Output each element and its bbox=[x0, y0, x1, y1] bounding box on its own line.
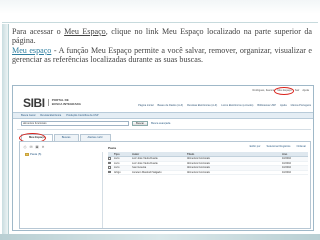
display-by-link[interactable]: Exibir por bbox=[250, 145, 261, 148]
description-text: - A função Meu Espaço permite a você sal… bbox=[12, 46, 312, 65]
top-navbar: Página inicial Bases de Dados (A-Z) Revi… bbox=[66, 102, 311, 108]
meu-espaco-heading: Meu espaço bbox=[12, 46, 52, 56]
row-author: Ivan Gouvêa bbox=[132, 166, 147, 170]
row-date: 10/2010 bbox=[282, 157, 292, 161]
nav-item-help[interactable]: Ajuda bbox=[280, 104, 287, 107]
save-icon[interactable]: ▣ bbox=[35, 145, 39, 149]
search-type-tabs: Busca Geral Revista Eletrônica Produção … bbox=[13, 112, 313, 119]
print-icon[interactable]: ⎙ bbox=[23, 145, 27, 149]
description-paragraph: Meu espaço - A função Meu Espaço permite… bbox=[12, 46, 312, 64]
meu-espaco-tabs: Meu Espaço Buscas Alertas curtir bbox=[19, 132, 111, 143]
row-type: Livro bbox=[114, 157, 120, 161]
col-author[interactable]: Autor bbox=[132, 153, 187, 156]
panel-toolbar-right: Exibir por Selecionar Registros Ordenar bbox=[250, 145, 306, 148]
meu-espaco-panel: ⎙ ✉ ▣ ✕ Exibir por Selecionar Registros … bbox=[19, 141, 311, 229]
row-type: Livro bbox=[114, 166, 120, 170]
col-type[interactable]: Tipo bbox=[114, 153, 132, 156]
portal-screenshot: Rodrigues, Ileanna Meu Espaço Sair Ajuda… bbox=[12, 85, 314, 231]
table-row[interactable]: Artigo Jocelem Mastrodi Salgado Alimento… bbox=[108, 170, 308, 176]
tab-general-search[interactable]: Busca Geral bbox=[21, 114, 35, 117]
row-date: 10/2010 bbox=[282, 166, 292, 170]
advanced-search-link[interactable]: Busca avançada bbox=[151, 122, 170, 125]
row-title[interactable]: Alimentos funcionais bbox=[187, 171, 282, 174]
search-input[interactable]: alimentos funcionais bbox=[21, 121, 129, 126]
help-link-top[interactable]: Ajuda bbox=[302, 89, 309, 92]
col-title[interactable]: Título bbox=[187, 153, 282, 156]
row-checkbox[interactable] bbox=[108, 166, 111, 169]
col-date[interactable]: Ano bbox=[282, 153, 308, 156]
row-title[interactable]: Alimentos funcionais bbox=[187, 162, 282, 165]
paragraph1-before: Para acessar o bbox=[12, 27, 65, 36]
nav-item-language[interactable]: Idioma Português bbox=[291, 104, 311, 107]
row-title[interactable]: Alimentos funcionais bbox=[187, 166, 282, 169]
row-checkbox[interactable] bbox=[108, 170, 111, 174]
slide-top-band bbox=[0, 0, 320, 14]
meu-espaco-link[interactable]: Meu Espaço bbox=[64, 27, 106, 36]
nav-item-databases[interactable]: Bases de Dados (A-Z) bbox=[157, 104, 183, 107]
highlight-ring bbox=[274, 87, 295, 95]
slide-left-frame bbox=[2, 24, 9, 236]
nav-item-journals[interactable]: Revistas Eletrônicas (A-Z) bbox=[187, 104, 217, 107]
tree-item-pasta[interactable]: Pasta (5) bbox=[23, 152, 102, 156]
sort-link[interactable]: Ordenar bbox=[296, 145, 306, 148]
nav-item-libraries[interactable]: Bibliotecas USP bbox=[257, 104, 276, 107]
slide-text: Para acessar o Meu Espaço, clique no lin… bbox=[12, 27, 312, 65]
row-checkbox[interactable] bbox=[108, 157, 111, 160]
row-title[interactable]: Alimentos funcionais bbox=[187, 157, 282, 160]
slide-accent-line bbox=[2, 22, 318, 23]
tab-alerts[interactable]: Alertas curtir bbox=[79, 134, 111, 141]
panel-toolbar: ⎙ ✉ ▣ ✕ bbox=[23, 145, 45, 149]
tab-electronic-journal[interactable]: Revista Eletrônica bbox=[40, 114, 61, 117]
email-icon[interactable]: ✉ bbox=[29, 145, 33, 149]
instruction-paragraph: Para acessar o Meu Espaço, clique no lin… bbox=[12, 27, 312, 45]
tree-item-label: Pasta (5) bbox=[30, 152, 42, 156]
logout-link[interactable]: Sair bbox=[295, 89, 300, 92]
user-row: Rodrigues, Ileanna Meu Espaço Sair Ajuda bbox=[252, 87, 309, 95]
tab-searches[interactable]: Buscas bbox=[53, 134, 79, 141]
row-author: Jocelem Mastrodi Salgado bbox=[132, 171, 162, 175]
select-records-link[interactable]: Selecionar Registros bbox=[267, 145, 291, 148]
user-name: Rodrigues, Ileanna bbox=[252, 89, 275, 92]
row-date: 10/2010 bbox=[282, 161, 292, 165]
tab-scientific-production[interactable]: Produção Científica da USP bbox=[66, 114, 98, 117]
row-author: Luiz José Vieira Duarte bbox=[132, 157, 158, 161]
nav-item-home[interactable]: Página inicial bbox=[138, 104, 153, 107]
meu-espaco-top-link[interactable]: Meu Espaço bbox=[274, 87, 295, 95]
search-row: alimentos funcionais Buscar Busca avança… bbox=[21, 121, 170, 126]
search-button[interactable]: Buscar bbox=[132, 121, 149, 126]
slide-bottom-bar bbox=[0, 234, 320, 240]
row-type: Livro bbox=[114, 161, 120, 165]
row-type: Artigo bbox=[114, 171, 121, 175]
divider bbox=[17, 129, 311, 130]
row-author: Luiz José Vieira Duarte bbox=[132, 161, 158, 165]
logo-mark: SIBI bbox=[23, 95, 45, 110]
nav-item-ebooks[interactable]: Livros Eletrônicos (e-books) bbox=[221, 104, 253, 107]
results-title: Pasta bbox=[108, 146, 117, 150]
folder-icon bbox=[25, 152, 29, 156]
row-date: 10/2010 bbox=[282, 171, 292, 175]
row-checkbox[interactable] bbox=[108, 161, 111, 165]
delete-icon[interactable]: ✕ bbox=[41, 145, 45, 149]
folder-tree: Pasta (5) bbox=[23, 152, 103, 228]
results-table: Pasta Tipo Autor Título Ano Livro Luiz J… bbox=[108, 146, 308, 176]
tab-meu-espaco[interactable]: Meu Espaço bbox=[19, 133, 53, 143]
